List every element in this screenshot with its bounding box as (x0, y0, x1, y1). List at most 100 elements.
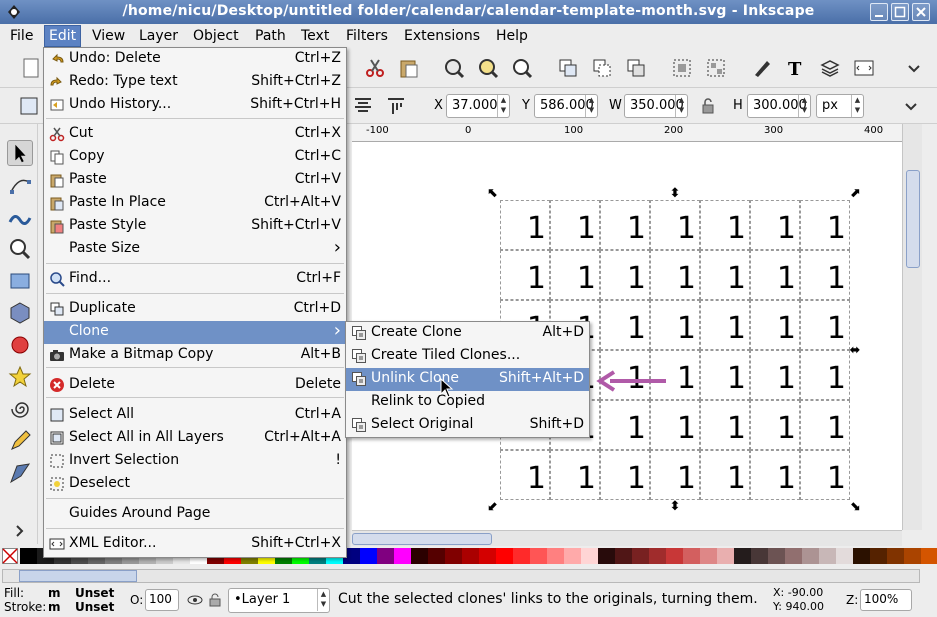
color-swatch[interactable] (853, 548, 870, 564)
y-stepper[interactable]: ▲ ▼ (585, 95, 597, 117)
scale-handle[interactable]: ⬋ (487, 500, 499, 513)
submenu-item-relink-to-copied[interactable]: Relink to Copied (346, 391, 589, 414)
menu-item-select-all-in-all-layers[interactable]: Select All in All Layers Ctrl+Alt+A (44, 427, 346, 450)
select-all-icon[interactable] (18, 95, 40, 117)
fill-value[interactable]: Unset (75, 586, 114, 600)
color-swatch[interactable] (394, 548, 411, 564)
color-swatch[interactable] (666, 548, 683, 564)
menu-item-delete[interactable]: Delete Delete (44, 374, 346, 397)
calendar-cell[interactable]: 1 (650, 200, 700, 250)
color-swatch[interactable] (462, 548, 479, 564)
menu-layer[interactable]: Layer (135, 27, 182, 47)
zoom-page-icon[interactable] (511, 57, 533, 79)
scale-handle[interactable]: ⬊ (849, 500, 861, 513)
color-swatch[interactable] (717, 548, 734, 564)
ellipse-tool-icon[interactable] (7, 332, 33, 358)
fill-stroke-icon[interactable] (751, 57, 773, 79)
color-swatch[interactable] (700, 548, 717, 564)
calendar-cell[interactable]: 1 (550, 200, 600, 250)
paste-icon[interactable] (398, 57, 420, 79)
color-swatch[interactable] (598, 548, 615, 564)
stroke-value[interactable]: Unset (75, 600, 114, 614)
calendar-cell[interactable]: 1 (550, 450, 600, 500)
calendar-cell[interactable]: 1 (600, 300, 650, 350)
calendar-cell[interactable]: 1 (650, 450, 700, 500)
color-swatch[interactable] (615, 548, 632, 564)
submenu-item-unlink-clone[interactable]: Unlink Clone Shift+Alt+D (346, 368, 589, 391)
menu-item-xml-editor[interactable]: XML Editor... Shift+Ctrl+X (44, 533, 346, 556)
calendar-cell[interactable]: 1 (650, 250, 700, 300)
menu-item-copy[interactable]: Copy Ctrl+C (44, 146, 346, 169)
minimize-button[interactable] (870, 3, 888, 21)
unlink-clone-icon[interactable] (625, 57, 647, 79)
calendar-cell[interactable]: 1 (500, 450, 550, 500)
menu-file[interactable]: File (6, 27, 37, 47)
submenu-item-create-tiled-clones[interactable]: Create Tiled Clones... (346, 345, 589, 368)
color-swatch[interactable] (683, 548, 700, 564)
color-swatch[interactable] (768, 548, 785, 564)
scale-handle[interactable]: ⬌ (849, 344, 861, 357)
color-swatch[interactable] (649, 548, 666, 564)
color-swatch[interactable] (564, 548, 581, 564)
selector-tool-icon[interactable] (7, 140, 33, 166)
scrollbar-thumb[interactable] (352, 533, 492, 545)
menu-item-deselect[interactable]: Deselect (44, 473, 346, 496)
color-swatch[interactable] (632, 548, 649, 564)
pencil-tool-icon[interactable] (7, 428, 33, 454)
menu-item-select-all[interactable]: Select All Ctrl+A (44, 404, 346, 427)
menu-item-undo-history[interactable]: Undo History... Shift+Ctrl+H (44, 94, 346, 117)
cut-icon[interactable] (364, 57, 386, 79)
close-button[interactable] (912, 3, 930, 21)
color-swatch[interactable] (411, 548, 428, 564)
x-stepper[interactable]: ▲ ▼ (497, 95, 509, 117)
menu-item-paste-in-place[interactable]: Paste In Place Ctrl+Alt+V (44, 192, 346, 215)
align-icon[interactable] (352, 95, 374, 117)
calendar-cell[interactable]: 1 (650, 400, 700, 450)
menu-item-undo-delete[interactable]: Undo: Delete Ctrl+Z (44, 48, 346, 71)
w-stepper[interactable]: ▲ ▼ (675, 95, 687, 117)
calendar-cell[interactable]: 1 (800, 250, 850, 300)
calendar-cell[interactable]: 1 (700, 250, 750, 300)
zoom-selection-icon[interactable] (443, 57, 465, 79)
menu-item-redo-type-text[interactable]: Redo: Type text Shift+Ctrl+Z (44, 71, 346, 94)
color-swatch[interactable] (496, 548, 513, 564)
color-swatch[interactable] (734, 548, 751, 564)
calendar-cell[interactable]: 1 (750, 250, 800, 300)
color-swatch[interactable] (513, 548, 530, 564)
menu-path[interactable]: Path (251, 27, 290, 47)
submenu-item-select-original[interactable]: Select Original Shift+D (346, 414, 589, 437)
scale-handle[interactable]: ⬍ (669, 187, 681, 200)
scale-handle[interactable]: ⬍ (669, 500, 681, 513)
scale-handle[interactable]: ⬈ (849, 187, 861, 200)
color-swatch[interactable] (802, 548, 819, 564)
layer-select[interactable]: •Layer 1 ▲ ▼ (228, 588, 330, 613)
color-swatch[interactable] (819, 548, 836, 564)
calendar-cell[interactable]: 1 (700, 350, 750, 400)
scrollbar-thumb[interactable] (906, 170, 920, 268)
rectangle-tool-icon[interactable] (7, 268, 33, 294)
canvas-horizontal-scrollbar[interactable] (352, 530, 902, 546)
color-swatch[interactable] (870, 548, 887, 564)
group-icon[interactable] (671, 57, 693, 79)
menu-filters[interactable]: Filters (342, 27, 392, 47)
calendar-cell[interactable]: 1 (800, 300, 850, 350)
color-swatch[interactable] (836, 548, 853, 564)
layers-icon[interactable] (819, 57, 841, 79)
calligraphy-tool-icon[interactable] (7, 460, 33, 486)
submenu-item-create-clone[interactable]: Create Clone Alt+D (346, 322, 589, 345)
x-field[interactable]: 37.000 ▲ ▼ (446, 94, 510, 118)
scrollbar-thumb[interactable] (19, 570, 137, 582)
color-swatch[interactable] (428, 548, 445, 564)
calendar-cell[interactable]: 1 (600, 450, 650, 500)
calendar-cell[interactable]: 1 (700, 200, 750, 250)
maximize-button[interactable] (891, 3, 909, 21)
calendar-cell[interactable]: 1 (700, 400, 750, 450)
menu-extensions[interactable]: Extensions (400, 27, 484, 47)
calendar-cell[interactable]: 1 (600, 200, 650, 250)
eye-icon[interactable] (187, 592, 203, 608)
calendar-cell[interactable]: 1 (750, 350, 800, 400)
3d-box-tool-icon[interactable] (7, 300, 33, 326)
scale-handle[interactable]: ⬉ (487, 187, 499, 200)
menu-item-cut[interactable]: Cut Ctrl+X (44, 123, 346, 146)
calendar-cell[interactable]: 1 (500, 200, 550, 250)
